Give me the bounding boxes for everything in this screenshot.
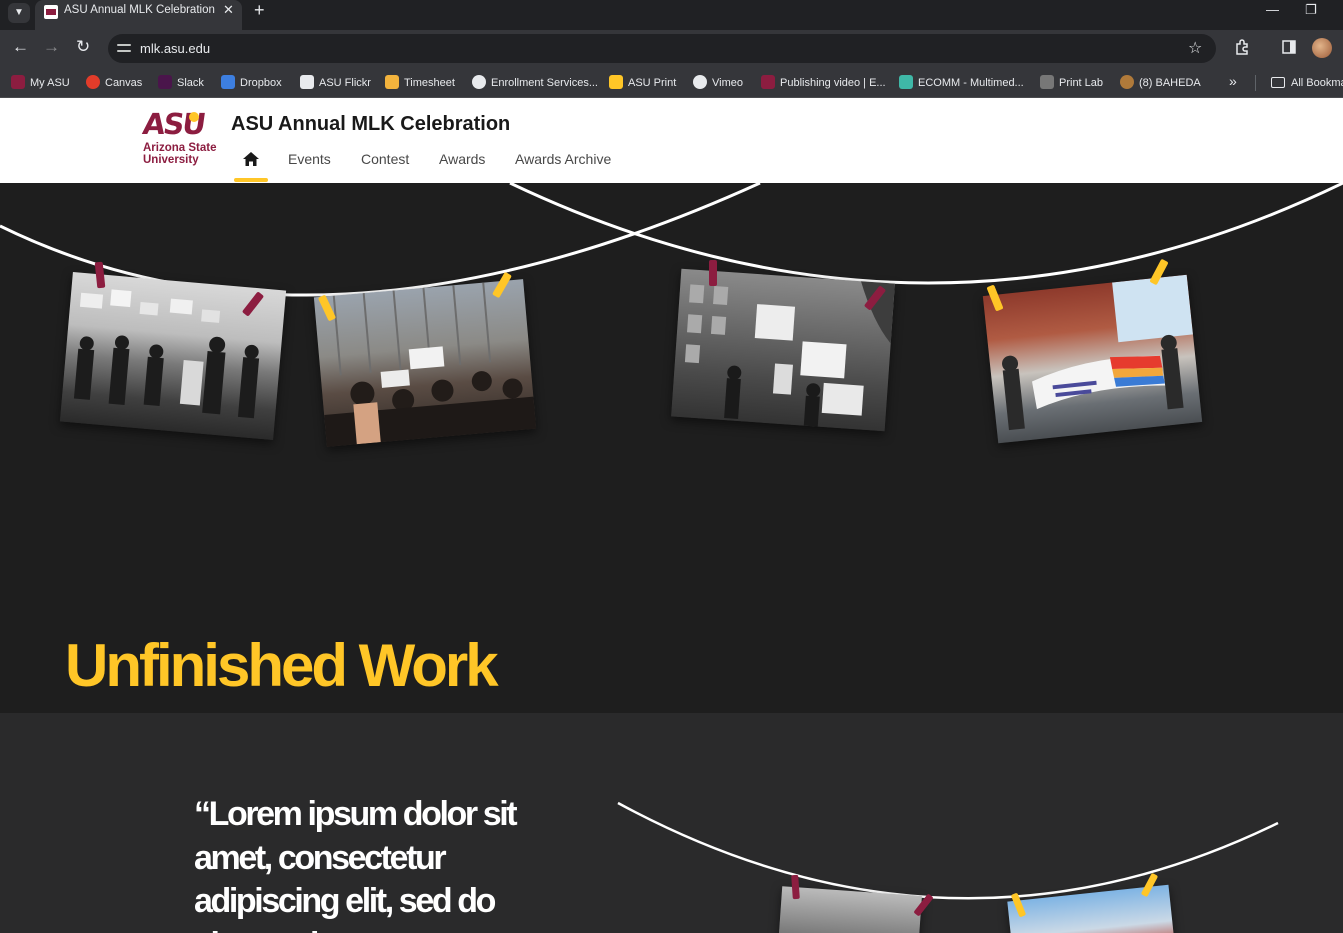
bookmark-my-asu[interactable]: My ASU	[11, 75, 70, 91]
side-panel-icon[interactable]	[1281, 39, 1297, 55]
asu-sunburst-icon	[189, 112, 199, 122]
baheda-icon	[1120, 75, 1134, 89]
hand-icon	[609, 75, 623, 89]
site-info-icon[interactable]	[117, 41, 131, 55]
browser-tab-strip: ▼ ASU Annual MLK Celebration ✕ + — ❐	[0, 0, 1343, 30]
asu-logo-wordmark: Arizona State University	[143, 142, 217, 166]
bookmark-publishing-video[interactable]: Publishing video | E...	[761, 75, 886, 91]
bookmark-asu-print[interactable]: ASU Print	[609, 75, 676, 91]
new-tab-button[interactable]: +	[254, 0, 265, 21]
close-tab-icon[interactable]: ✕	[223, 2, 234, 18]
back-button[interactable]: ←	[12, 37, 29, 57]
protest-photo-3	[671, 268, 895, 432]
enrollment-icon	[472, 75, 486, 89]
bookmark-dropbox[interactable]: Dropbox	[221, 75, 282, 91]
site-title[interactable]: ASU Annual MLK Celebration	[231, 113, 510, 136]
nav-events[interactable]: Events	[288, 151, 331, 167]
slack-icon	[158, 75, 172, 89]
nav-contest[interactable]: Contest	[361, 151, 409, 167]
bookmark-enrollment-services[interactable]: Enrollment Services...	[472, 75, 598, 91]
timesheet-icon	[385, 75, 399, 89]
reload-button[interactable]: ↻	[76, 37, 90, 57]
browser-tab-active[interactable]: ASU Annual MLK Celebration ✕	[35, 0, 242, 30]
asu-logo[interactable]: ASU Arizona State University	[141, 107, 223, 174]
profile-avatar[interactable]	[1312, 38, 1332, 58]
bookmark-slack[interactable]: Slack	[158, 75, 204, 91]
nav-awards[interactable]: Awards	[439, 151, 485, 167]
bookmark-canvas[interactable]: Canvas	[86, 75, 142, 91]
asu-favicon-icon	[44, 5, 58, 19]
forward-button[interactable]: →	[43, 37, 60, 57]
tab-title: ASU Annual MLK Celebration	[64, 4, 215, 16]
bookmark-asu-flickr[interactable]: ASU Flickr	[300, 75, 371, 91]
asu-icon	[761, 75, 775, 89]
bookmark-star-icon[interactable]: ☆	[1188, 38, 1202, 58]
all-bookmarks-folder[interactable]: All Bookmarks	[1271, 75, 1343, 91]
page-viewport: ASU Arizona State University ASU Annual …	[0, 98, 1343, 933]
browser-toolbar: ← → ↻ mlk.asu.edu ☆	[0, 30, 1343, 67]
tab-search-button[interactable]: ▼	[8, 3, 30, 23]
protest-photo-4	[982, 274, 1203, 444]
active-nav-indicator	[234, 178, 268, 182]
quote-section: “Lorem ipsum dolor sit amet, consectetur…	[0, 713, 1343, 933]
ecomm-icon	[899, 75, 913, 89]
asu-icon	[11, 75, 25, 89]
canvas-icon	[86, 75, 100, 89]
url-text[interactable]: mlk.asu.edu	[140, 41, 210, 56]
site-header: ASU Arizona State University ASU Annual …	[0, 98, 1343, 183]
quote-text: “Lorem ipsum dolor sit amet, consectetur…	[194, 795, 518, 933]
extensions-icon[interactable]	[1234, 39, 1250, 55]
bookmarks-divider	[1255, 75, 1256, 91]
bookmarks-bar: My ASU Canvas Slack Dropbox ASU Flickr T…	[0, 67, 1343, 98]
home-icon[interactable]	[243, 152, 259, 166]
folder-icon	[1271, 77, 1285, 88]
globe-icon	[693, 75, 707, 89]
flickr-icon	[300, 75, 314, 89]
print-lab-icon	[1040, 75, 1054, 89]
clothespin-maroon	[709, 260, 717, 286]
bookmark-ecomm[interactable]: ECOMM - Multimed...	[899, 75, 1024, 91]
hero-title: Unfinished Work	[65, 632, 499, 699]
restore-window-icon[interactable]: ❐	[1305, 2, 1317, 18]
minimize-icon[interactable]: —	[1266, 2, 1279, 17]
address-bar[interactable]: mlk.asu.edu ☆	[108, 34, 1216, 63]
bookmark-vimeo[interactable]: Vimeo	[693, 75, 743, 91]
bookmark-print-lab[interactable]: Print Lab	[1040, 75, 1103, 91]
protest-photo-2	[313, 279, 537, 447]
bookmark-baheda[interactable]: (8) BAHEDA	[1120, 75, 1201, 91]
nav-awards-archive[interactable]: Awards Archive	[515, 151, 611, 167]
dropbox-icon	[221, 75, 235, 89]
bookmark-timesheet[interactable]: Timesheet	[385, 75, 455, 91]
hero-section: Unfinished Work	[0, 183, 1343, 713]
more-bookmarks-icon[interactable]: »	[1229, 73, 1237, 89]
